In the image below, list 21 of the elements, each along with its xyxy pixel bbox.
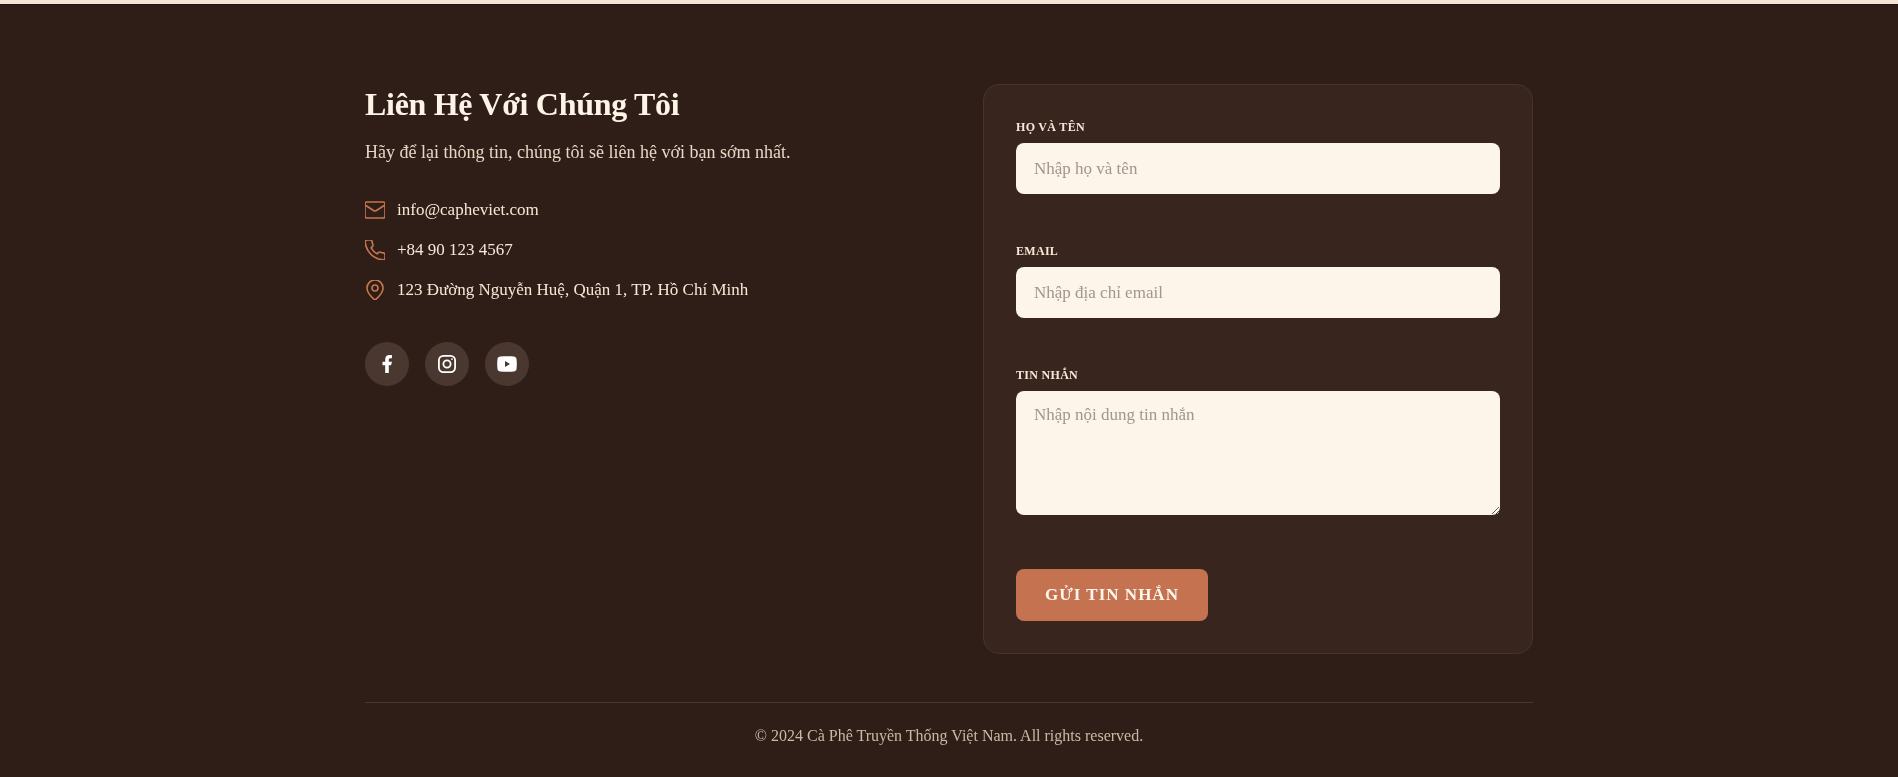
phone-icon xyxy=(365,240,385,260)
section-subtitle: Hãy để lại thông tin, chúng tôi sẽ liên hệ với bạn sớm nhất. xyxy=(365,141,791,164)
mail-icon xyxy=(365,200,385,220)
section-heading: Liên Hệ Với Chúng Tôi xyxy=(365,85,680,124)
field-label: EMAIL xyxy=(1016,243,1059,259)
copyright-text: © 2024 Cà Phê Truyền Thống Việt Nam. All rights reserved. xyxy=(754,726,1144,747)
contact-text: info@capheviet.com xyxy=(397,199,539,221)
name-input-field[interactable]: Nhập họ và tên xyxy=(1016,143,1500,194)
instagram-icon xyxy=(438,355,456,373)
social-link-button[interactable] xyxy=(425,342,469,386)
social-link-button[interactable] xyxy=(365,342,409,386)
email-input-field[interactable]: Nhập địa chỉ email xyxy=(1016,267,1500,318)
youtube-icon xyxy=(497,356,517,372)
field-label: TIN NHẮN xyxy=(1016,367,1079,383)
map-pin-icon xyxy=(365,280,385,300)
submit-button[interactable]: GỬI TIN NHẮN xyxy=(1016,569,1208,621)
field-label: HỌ VÀ TÊN xyxy=(1016,119,1085,135)
contact-text: 123 Đường Nguyễn Huệ, Quận 1, TP. Hồ Chí Minh xyxy=(397,279,749,301)
message-textarea[interactable]: Nhập nội dung tin nhắn xyxy=(1016,391,1500,515)
contact-text: +84 90 123 4567 xyxy=(397,239,513,261)
social-link-button[interactable] xyxy=(485,342,529,386)
